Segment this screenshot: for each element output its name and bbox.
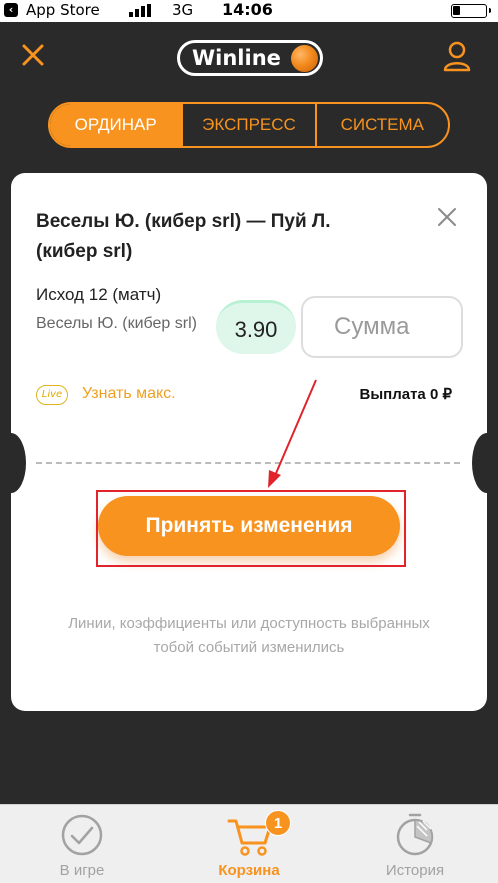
winline-logo: Winline (177, 40, 323, 76)
remove-bet-button[interactable] (436, 206, 458, 228)
nav-label-in-game: В игре (59, 862, 105, 879)
status-bar: ‹ App Store 3G 14:06 (0, 0, 498, 22)
tab-express[interactable]: ЭКСПРЕСС (181, 104, 314, 146)
network-label: 3G (172, 1, 194, 19)
back-to-app-icon[interactable]: ‹ (4, 3, 18, 17)
logo-ball-icon (291, 45, 318, 72)
match-title: Веселы Ю. (кибер srl) — Пуй Л. (кибер sr… (36, 211, 331, 262)
payout-label: Выплата 0 ₽ (359, 386, 452, 403)
annotation-highlight-box (96, 490, 406, 567)
dashed-divider (36, 462, 460, 464)
close-button[interactable] (20, 42, 46, 68)
annotation-arrow-icon (268, 379, 317, 488)
changes-notice: Линии, коэффициенты или доступность выбр… (68, 615, 430, 656)
outcome-label: Исход 12 (матч) (36, 285, 162, 304)
cart-count-badge: 1 (265, 810, 291, 836)
clock: 14:06 (222, 0, 273, 19)
amount-input[interactable]: Сумма (301, 296, 463, 358)
battery-icon (451, 4, 491, 18)
profile-button[interactable] (442, 40, 472, 72)
check-circle-icon (61, 814, 103, 856)
tab-system[interactable]: СИСТЕМА (314, 104, 448, 146)
nav-item-cart[interactable]: Корзина (179, 805, 319, 883)
signal-icon (129, 4, 153, 17)
ticket-notch-right (472, 433, 498, 493)
live-badge: Live (36, 385, 68, 405)
nav-item-history[interactable]: История (345, 805, 485, 883)
learn-max-link[interactable]: Узнать макс. (82, 385, 176, 403)
bet-type-tabs: ОРДИНАР ЭКСПРЕСС СИСТЕМА (48, 102, 450, 148)
history-icon (396, 813, 434, 856)
close-icon (22, 44, 44, 66)
carrier-label: App Store (26, 1, 100, 19)
tab-ordinar[interactable]: ОРДИНАР (50, 104, 182, 146)
logo-text: Winline (192, 46, 281, 70)
nav-label-cart: Корзина (218, 862, 280, 879)
bottom-nav: В игре Корзина История (0, 804, 498, 883)
nav-label-history: История (385, 862, 445, 879)
nav-item-in-game[interactable]: В игре (12, 805, 152, 883)
selected-team: Веселы Ю. (кибер srl) (36, 315, 197, 332)
odds-value: 3.90 (216, 300, 296, 354)
user-icon (443, 41, 471, 72)
close-icon (438, 208, 456, 226)
